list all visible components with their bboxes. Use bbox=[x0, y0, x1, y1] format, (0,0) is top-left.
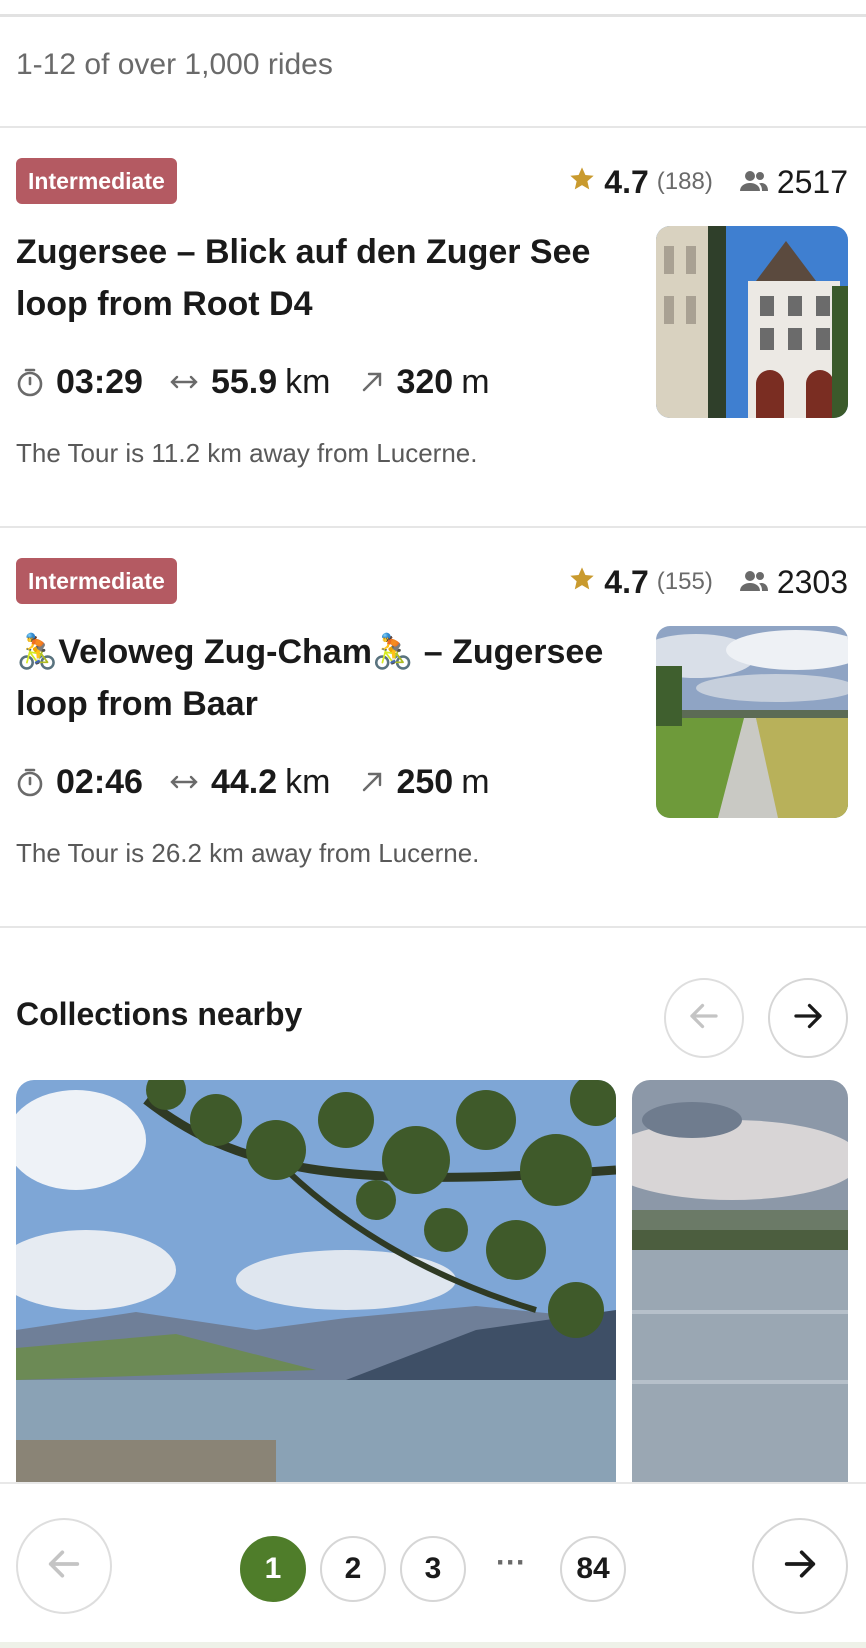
results-count: 1-12 of over 1,000 rides bbox=[16, 48, 333, 81]
distance-value: 44.2 bbox=[210, 762, 278, 801]
collection-card-image[interactable] bbox=[632, 1080, 848, 1482]
distance-unit: km bbox=[285, 762, 331, 801]
tour-thumbnail[interactable] bbox=[656, 226, 848, 418]
pagination-bar: 1 2 3 ··· 84 bbox=[0, 1482, 866, 1644]
page-button-3[interactable]: 3 bbox=[400, 1536, 466, 1602]
top-divider bbox=[0, 0, 866, 17]
duration-value: 02:46 bbox=[56, 762, 143, 801]
distance-note: The Tour is 11.2 km away from Lucerne. bbox=[16, 438, 478, 468]
pagination-next-button[interactable] bbox=[752, 1518, 848, 1614]
tour-title[interactable]: 🚴Veloweg Zug-Cham🚴 – Zugersee loop from … bbox=[16, 626, 616, 730]
distance-value: 55.9 bbox=[210, 362, 278, 401]
distance-note: The Tour is 26.2 km away from Lucerne. bbox=[16, 838, 480, 868]
star-icon bbox=[568, 164, 596, 201]
collections-prev-button[interactable] bbox=[664, 978, 744, 1058]
pagination-prev-button[interactable] bbox=[16, 1518, 112, 1614]
elevation-unit: m bbox=[461, 762, 490, 801]
collection-card-image[interactable] bbox=[16, 1080, 616, 1482]
tour-metrics: 02:46 44.2 km 250 m bbox=[16, 762, 520, 802]
bottom-strip bbox=[0, 1642, 866, 1648]
collections-next-button[interactable] bbox=[768, 978, 848, 1058]
difficulty-badge: Intermediate bbox=[16, 558, 177, 604]
duration-value: 03:29 bbox=[56, 362, 143, 401]
page-button-84[interactable]: 84 bbox=[560, 1536, 626, 1602]
timer-icon bbox=[16, 767, 44, 797]
distance-icon bbox=[169, 772, 199, 792]
tour-metrics: 03:29 55.9 km 320 m bbox=[16, 362, 520, 402]
difficulty-badge: Intermediate bbox=[16, 158, 177, 204]
tour-card[interactable]: Intermediate 4.7 (188) 2517 Zugersee – B… bbox=[0, 126, 866, 506]
arrow-left-icon bbox=[686, 998, 722, 1039]
page-button-1[interactable]: 1 bbox=[240, 1536, 306, 1602]
divider bbox=[0, 926, 866, 928]
tour-stats: 4.7 (155) 2303 bbox=[568, 562, 848, 602]
elevation-unit: m bbox=[461, 362, 490, 401]
arrow-right-icon bbox=[780, 1544, 820, 1589]
distance-icon bbox=[169, 372, 199, 392]
elevation-value: 320 bbox=[396, 362, 454, 401]
elevation-icon bbox=[360, 770, 384, 794]
rating-value: 4.7 bbox=[604, 563, 649, 600]
rating-count: (188) bbox=[656, 168, 713, 195]
arrow-right-icon bbox=[790, 998, 826, 1039]
pagination-ellipsis: ··· bbox=[496, 1546, 526, 1579]
riders-count: 2303 bbox=[776, 563, 848, 600]
tour-stats: 4.7 (188) 2517 bbox=[568, 162, 848, 202]
star-icon bbox=[568, 564, 596, 601]
timer-icon bbox=[16, 367, 44, 397]
riders-icon bbox=[739, 164, 769, 201]
page-button-2[interactable]: 2 bbox=[320, 1536, 386, 1602]
riders-icon bbox=[739, 564, 769, 601]
arrow-left-icon bbox=[44, 1544, 84, 1589]
elevation-icon bbox=[360, 370, 384, 394]
riders-count: 2517 bbox=[776, 163, 848, 200]
rating-value: 4.7 bbox=[604, 163, 649, 200]
tour-card[interactable]: Intermediate 4.7 (155) 2303 🚴Veloweg Zug… bbox=[0, 526, 866, 906]
tour-thumbnail[interactable] bbox=[656, 626, 848, 818]
elevation-value: 250 bbox=[396, 762, 454, 801]
tour-title[interactable]: Zugersee – Blick auf den Zuger See loop … bbox=[16, 226, 616, 330]
distance-unit: km bbox=[285, 362, 331, 401]
collections-title: Collections nearby bbox=[16, 996, 303, 1032]
rating-count: (155) bbox=[656, 568, 713, 595]
